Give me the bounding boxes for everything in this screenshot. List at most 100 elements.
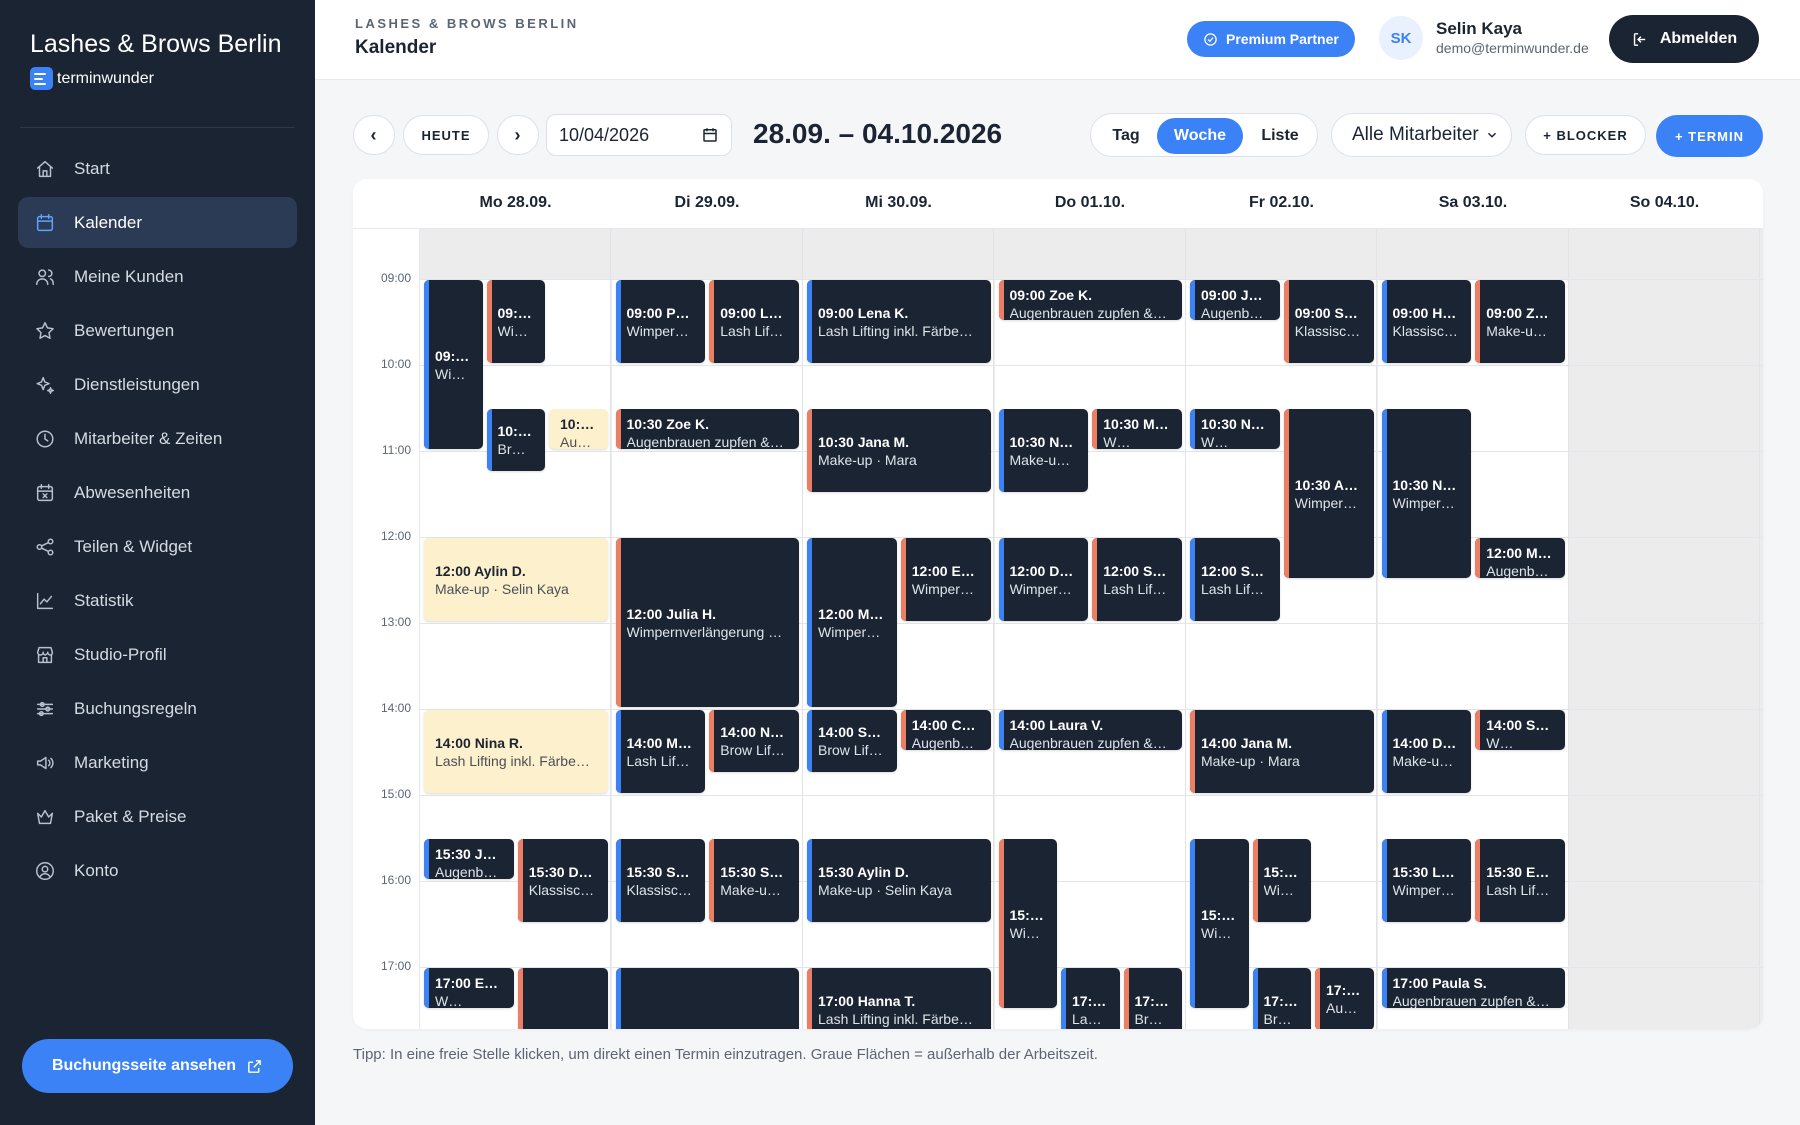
appointment[interactable]: 14:00 D… Make-u… — [1381, 710, 1472, 793]
appointment[interactable]: 15:30 Aylin D. Make-up · Selin Kaya — [807, 839, 991, 922]
chart-icon — [36, 592, 54, 609]
appointment[interactable]: 14:00 C… Augenb… — [900, 710, 991, 750]
appointment[interactable]: 17:00 Hanna T. Lash Lifting inkl. Färbe… — [807, 968, 991, 1029]
appointment[interactable]: 09:00 L… Lash Lif… — [709, 280, 799, 363]
appointment-title: 09:00 P… — [626, 304, 690, 321]
appointment[interactable]: 09:… Wi… — [486, 280, 545, 363]
logout-button[interactable]: Abmelden — [1609, 15, 1759, 63]
appointment[interactable]: 17:… Br… — [1252, 968, 1311, 1029]
prev-week-button[interactable]: ‹ — [353, 115, 395, 155]
premium-partner-badge[interactable]: Premium Partner — [1187, 21, 1355, 57]
appointment[interactable]: 15:30 D… Klassisc… — [517, 839, 608, 922]
sidebar-item-bewertungen[interactable]: Bewertungen — [18, 305, 297, 356]
sidebar-item-buchungsregeln[interactable]: Buchungsregeln — [18, 683, 297, 734]
appointment[interactable]: 15:30 S… Make-u… — [709, 839, 799, 922]
appointment-service: Augenb… — [435, 864, 498, 879]
sidebar-item-meine-kunden[interactable]: Meine Kunden — [18, 251, 297, 302]
sidebar-item-konto[interactable]: Konto — [18, 845, 297, 896]
sidebar-item-teilen-widget[interactable]: Teilen & Widget — [18, 521, 297, 572]
sidebar-item-studio-profil[interactable]: Studio-Profil — [18, 629, 297, 680]
appointment[interactable]: 12:00 S… Lash Lif… — [1092, 538, 1182, 621]
sidebar-item-start[interactable]: Start — [18, 143, 297, 194]
appointment[interactable]: 10:30 N… Wimper… — [1381, 409, 1472, 578]
appointment[interactable]: 15:30 L… Wimper… — [1381, 839, 1472, 922]
appointment[interactable]: 12:00 M… Wimper… — [807, 538, 897, 707]
appointment[interactable]: 10:… Au… — [549, 409, 608, 449]
appointment[interactable]: 17:… Au… — [1315, 968, 1374, 1029]
appointment[interactable]: 14:00 Nina R. Lash Lifting inkl. Färbe… — [424, 710, 608, 793]
sidebar-item-abwesenheiten[interactable]: Abwesenheiten — [18, 467, 297, 518]
appointment[interactable]: 12:00 D… Wimper… — [998, 538, 1089, 621]
appointment[interactable] — [615, 968, 799, 1029]
appointment[interactable]: 12:00 S… Lash Lif… — [1190, 538, 1280, 621]
appointment[interactable]: 14:00 Laura V. Augenbrauen zupfen &… — [998, 710, 1182, 750]
sidebar-item-marketing[interactable]: Marketing — [18, 737, 297, 788]
day-column[interactable] — [1569, 229, 1760, 1029]
appointment[interactable]: 14:00 M… Lash Lif… — [615, 710, 706, 793]
appointment[interactable]: 17:… Br… — [1123, 968, 1182, 1029]
avatar[interactable]: SK — [1379, 16, 1423, 60]
view-liste-tab[interactable]: Liste — [1247, 118, 1313, 154]
appointment-service: Wimper… — [1294, 494, 1357, 511]
appointment[interactable]: 09:00 P… Wimper… — [615, 280, 706, 363]
appointment[interactable]: 15:30 J… Augenb… — [424, 839, 514, 879]
calendar-x-icon — [36, 483, 54, 501]
appointment[interactable]: 15:30 E… Lash Lif… — [1475, 839, 1565, 922]
appointment[interactable]: 12:00 M… Augenb… — [1475, 538, 1565, 578]
add-appointment-button[interactable]: + TERMIN — [1656, 115, 1763, 157]
appointment[interactable]: 10:30 Jana M. Make-up · Mara — [807, 409, 991, 492]
appointment[interactable]: 09:00 Zoe K. Augenbrauen zupfen &… — [998, 280, 1182, 320]
appointment-service: Make-up · Selin Kaya — [818, 881, 952, 898]
appointment[interactable]: 09:00 H… Klassisc… — [1381, 280, 1472, 363]
appointment[interactable]: 10:30 A… Wimper… — [1283, 409, 1374, 578]
appointment[interactable]: 09:00 J… Augenb… — [1190, 280, 1280, 320]
calendar-tip: Tipp: In eine freie Stelle klicken, um d… — [353, 1046, 1098, 1063]
calendar-day-headers: Mo 28.09. Di 29.09. Mi 30.09. Do 01.10. Fr 0… — [353, 179, 1763, 229]
appointment[interactable]: 15:30 S… Klassisc… — [615, 839, 706, 922]
appointment[interactable]: 12:00 Aylin D. Make-up · Selin Kaya — [424, 538, 608, 621]
appointment[interactable]: 10:30 Zoe K. Augenbrauen zupfen &… — [615, 409, 799, 449]
staff-select[interactable]: Alle Mitarbeiter — [1331, 113, 1512, 157]
view-booking-page-button[interactable]: Buchungsseite ansehen — [22, 1039, 293, 1093]
appointment[interactable]: 09:00 Z… Make-u… — [1475, 280, 1565, 363]
appointment[interactable]: 09:00 S… Klassisc… — [1283, 280, 1374, 363]
sidebar-item-dienstleistungen[interactable]: Dienstleistungen — [18, 359, 297, 410]
appointment-title: 09:00 L… — [720, 304, 783, 321]
appointment[interactable]: 14:00 S… W… — [1475, 710, 1565, 750]
appointment-service: Augenbrauen zupfen &… — [1009, 735, 1167, 750]
appointment[interactable]: 14:00 N… Brow Lif… — [709, 710, 799, 772]
appointment-service: Lash Lif… — [626, 752, 690, 769]
appointment[interactable]: 10:30 M… W… — [1092, 409, 1182, 449]
view-tag-tab[interactable]: Tag — [1099, 118, 1153, 154]
date-input[interactable]: 10/04/2026 — [546, 114, 732, 156]
appointment[interactable]: 09:… Wi… — [424, 280, 483, 449]
appointment[interactable]: 10:… Br… — [486, 409, 545, 471]
calendar-picker-icon[interactable] — [701, 126, 719, 144]
view-woche-tab[interactable]: Woche — [1157, 118, 1243, 154]
appointment[interactable]: 14:00 Jana M. Make-up · Mara — [1190, 710, 1374, 793]
appointment[interactable]: 17:00 Paula S. Augenbrauen zupfen &… — [1381, 968, 1565, 1008]
appointment[interactable]: 15:… Wi… — [1190, 839, 1249, 1008]
sidebar-item-mitarbeiter-zeiten[interactable]: Mitarbeiter & Zeiten — [18, 413, 297, 464]
appointment[interactable]: 17:… La… — [1061, 968, 1120, 1029]
appointment[interactable]: 14:00 S… Brow Lif… — [807, 710, 897, 772]
header-studio-name: LASHES & BROWS BERLIN — [355, 16, 579, 31]
sidebar-item-statistik[interactable]: Statistik — [18, 575, 297, 626]
sidebar-item-label: Start — [74, 158, 110, 178]
sidebar-item-paket-preise[interactable]: Paket & Preise — [18, 791, 297, 842]
next-week-button[interactable]: › — [497, 115, 539, 155]
appointment[interactable]: 12:00 Julia H. Wimpernverlängerung … — [615, 538, 799, 707]
appointment[interactable]: 12:00 E… Wimper… — [900, 538, 991, 621]
appointment[interactable]: 15:… Wi… — [1252, 839, 1311, 922]
appointment[interactable] — [517, 968, 608, 1029]
add-blocker-button[interactable]: + BLOCKER — [1525, 115, 1646, 155]
appointment[interactable]: 09:00 Lena K. Lash Lifting inkl. Färbe… — [807, 280, 991, 363]
today-button[interactable]: HEUTE — [403, 115, 489, 155]
appointment[interactable]: 15:… Wi… — [998, 839, 1057, 1008]
appointment-title: 09:… — [497, 304, 532, 321]
appointment[interactable]: 10:30 N… W… — [1190, 409, 1280, 449]
appointment[interactable]: 17:00 E… W… — [424, 968, 514, 1008]
share-icon — [36, 537, 54, 556]
appointment[interactable]: 10:30 N… Make-u… — [998, 409, 1089, 492]
sidebar-item-kalender[interactable]: Kalender — [18, 197, 297, 248]
